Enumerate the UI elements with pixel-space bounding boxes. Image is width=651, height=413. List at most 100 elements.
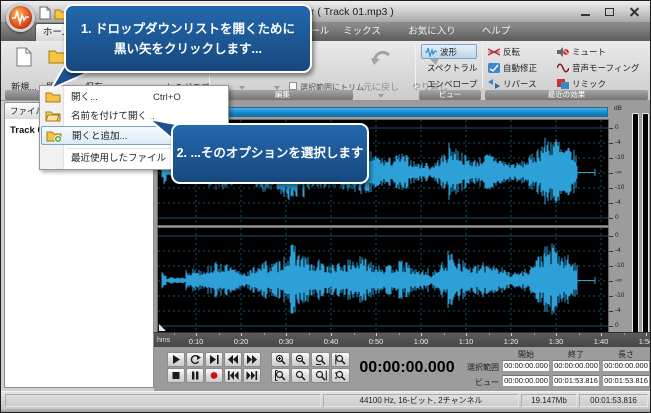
status-file-size: 19.147Mb [521,394,577,407]
status-cell-empty [5,394,321,407]
effects-group-label: 最近の効果 [485,90,648,100]
trim-checkbox[interactable] [289,82,297,90]
zoom-vertical-out-button[interactable] [291,368,310,383]
waveform-channel-right[interactable] [157,227,609,334]
folder-open-icon [45,110,61,122]
play-button[interactable] [167,352,185,367]
zoom-selection-button[interactable] [331,352,350,367]
ruler-tick-label: 0:50 [369,337,384,346]
view-start-field[interactable]: 00:00:00.000 [502,375,550,387]
effect-mute-label: ミュート [572,46,606,58]
callout-step2: 2. ...そのオプションを選択します [171,123,369,184]
undo-icon [370,49,392,67]
ruler-tick-label: 1:10 [459,337,474,346]
ruler-tick-label: 0:40 [324,337,339,346]
callout-step1: 1. ドロップダウンリストを開くために 黒い矢をクリックします... [64,4,312,73]
view-row-label: ビュー [459,377,499,388]
effect-invert-label: 反転 [503,46,520,58]
ruler-tick-label: 1:00 [414,337,429,346]
minimize-icon [581,14,590,16]
ruler-tick-label: 0:10 [189,337,204,346]
zoom-full-button[interactable] [311,352,330,367]
mute-icon [557,47,569,57]
ruler-tick-label: 0:20 [234,337,249,346]
view-spectral-button[interactable]: スペクトラル [421,60,479,75]
selection-header-length: 長さ [601,349,651,360]
ruler-unit-label: hms [157,337,170,344]
rewind-button[interactable] [224,352,242,367]
db-scale: dB 0-4-10-∞-10-400-4-10-∞-10-40 [608,105,631,341]
zoom-out-button[interactable] [291,352,310,367]
play-selection-button[interactable] [205,352,223,367]
selection-row-label: 選択範囲 [459,362,499,373]
view-group-label: ビュー [419,90,481,100]
ruler-tick-label: 0:30 [279,337,294,346]
zoom-vertical-selection-button[interactable] [331,368,350,383]
selection-end-field[interactable]: 00:00:00.000 [552,360,600,372]
remix-icon [557,79,569,89]
undo-label: 元に戻し [357,80,405,93]
ruler-tick-label: 1:50 [639,337,651,346]
selection-length-field[interactable]: 00:00:00.000 [602,360,650,372]
loop-play-button[interactable] [186,352,204,367]
view-length-field[interactable]: 00:01:53.816 [602,375,650,387]
zoom-vertical-in-button[interactable] [271,368,290,383]
effect-morph-label: 音声モーフィング [572,62,639,74]
minimize-button[interactable] [575,5,596,19]
skip-to-end-button[interactable] [243,368,261,383]
zoom-vertical-full-button[interactable] [311,368,330,383]
tab-mix[interactable]: ミックス [339,23,385,41]
effect-reverse-button[interactable]: リバース [485,76,545,91]
record-button[interactable] [205,368,223,383]
effect-remix-label: リミック [572,78,606,90]
close-button[interactable] [624,5,645,19]
level-meters [631,105,651,341]
ruler-tick-label: 1:40 [594,337,609,346]
status-bar: 44100 Hz, 16-ビット, 2チャンネル 19.147Mb 00:01:… [1,391,651,409]
tab-help[interactable]: ヘルプ [475,23,517,41]
effect-autocorrect-button[interactable]: 自動修正 [485,60,551,75]
voice-morphing-icon [557,63,569,73]
undo-button[interactable]: 元に戻し [357,43,405,101]
skip-to-start-button[interactable] [224,368,242,383]
effect-remix-button[interactable]: リミック [554,76,614,91]
undo-dropdown-icon [378,94,384,98]
waveform-icon [425,47,437,57]
level-meter-left [632,113,639,336]
selection-header-start: 開始 [501,349,551,360]
maximize-icon [605,8,614,16]
pause-button[interactable] [186,368,204,383]
stop-button[interactable] [167,368,185,383]
folder-add-icon [46,130,62,143]
db-unit-label: dB [614,105,622,112]
autocorrect-icon [488,63,500,73]
effect-invert-button[interactable]: 反転 [485,44,547,59]
effect-autocorrect-label: 自動修正 [503,62,537,74]
application-window: Editor ( Track 01.mp3 ) ホーム ツール ミックス お気に… [0,0,651,413]
time-display: 00:00:00.000 [351,353,463,383]
ruler-tick-label: 1:20 [504,337,519,346]
timeline-ruler[interactable]: hms 0:10 0:20 0:30 0:40 0:50 1:00 1:10 1:20 1:30… [154,332,651,347]
effect-mute-button[interactable]: ミュート [554,44,610,59]
view-end-field[interactable]: 00:01:53.816 [552,375,600,387]
edit-group-label: 編集 [212,90,353,100]
view-envelope-label: エンベロープ [427,78,478,90]
invert-icon [488,47,500,57]
effect-morph-button[interactable]: 音声モーフィング [554,60,648,75]
menu-shortcut-open: Ctrl+O [153,88,181,107]
app-logo-icon[interactable] [6,3,35,32]
zoom-in-button[interactable] [271,352,290,367]
view-spectral-label: スペクトラル [427,62,477,74]
tab-favorites[interactable]: お気に入り [401,23,463,41]
ruler-tick-label: 1:30 [549,337,564,346]
maximize-button[interactable] [599,5,620,19]
view-waveform-button[interactable]: 波形 [421,44,477,59]
pan-indicator-icon [159,324,166,331]
folder-icon [45,91,61,103]
fast-forward-button[interactable] [243,352,261,367]
view-envelope-button[interactable]: エンベロープ [421,76,479,91]
view-waveform-label: 波形 [440,46,457,58]
status-duration: 00:01:53.816 [579,394,648,407]
status-format: 44100 Hz, 16-ビット, 2チャンネル [323,394,519,407]
selection-start-field[interactable]: 00:00:00.000 [502,360,550,372]
